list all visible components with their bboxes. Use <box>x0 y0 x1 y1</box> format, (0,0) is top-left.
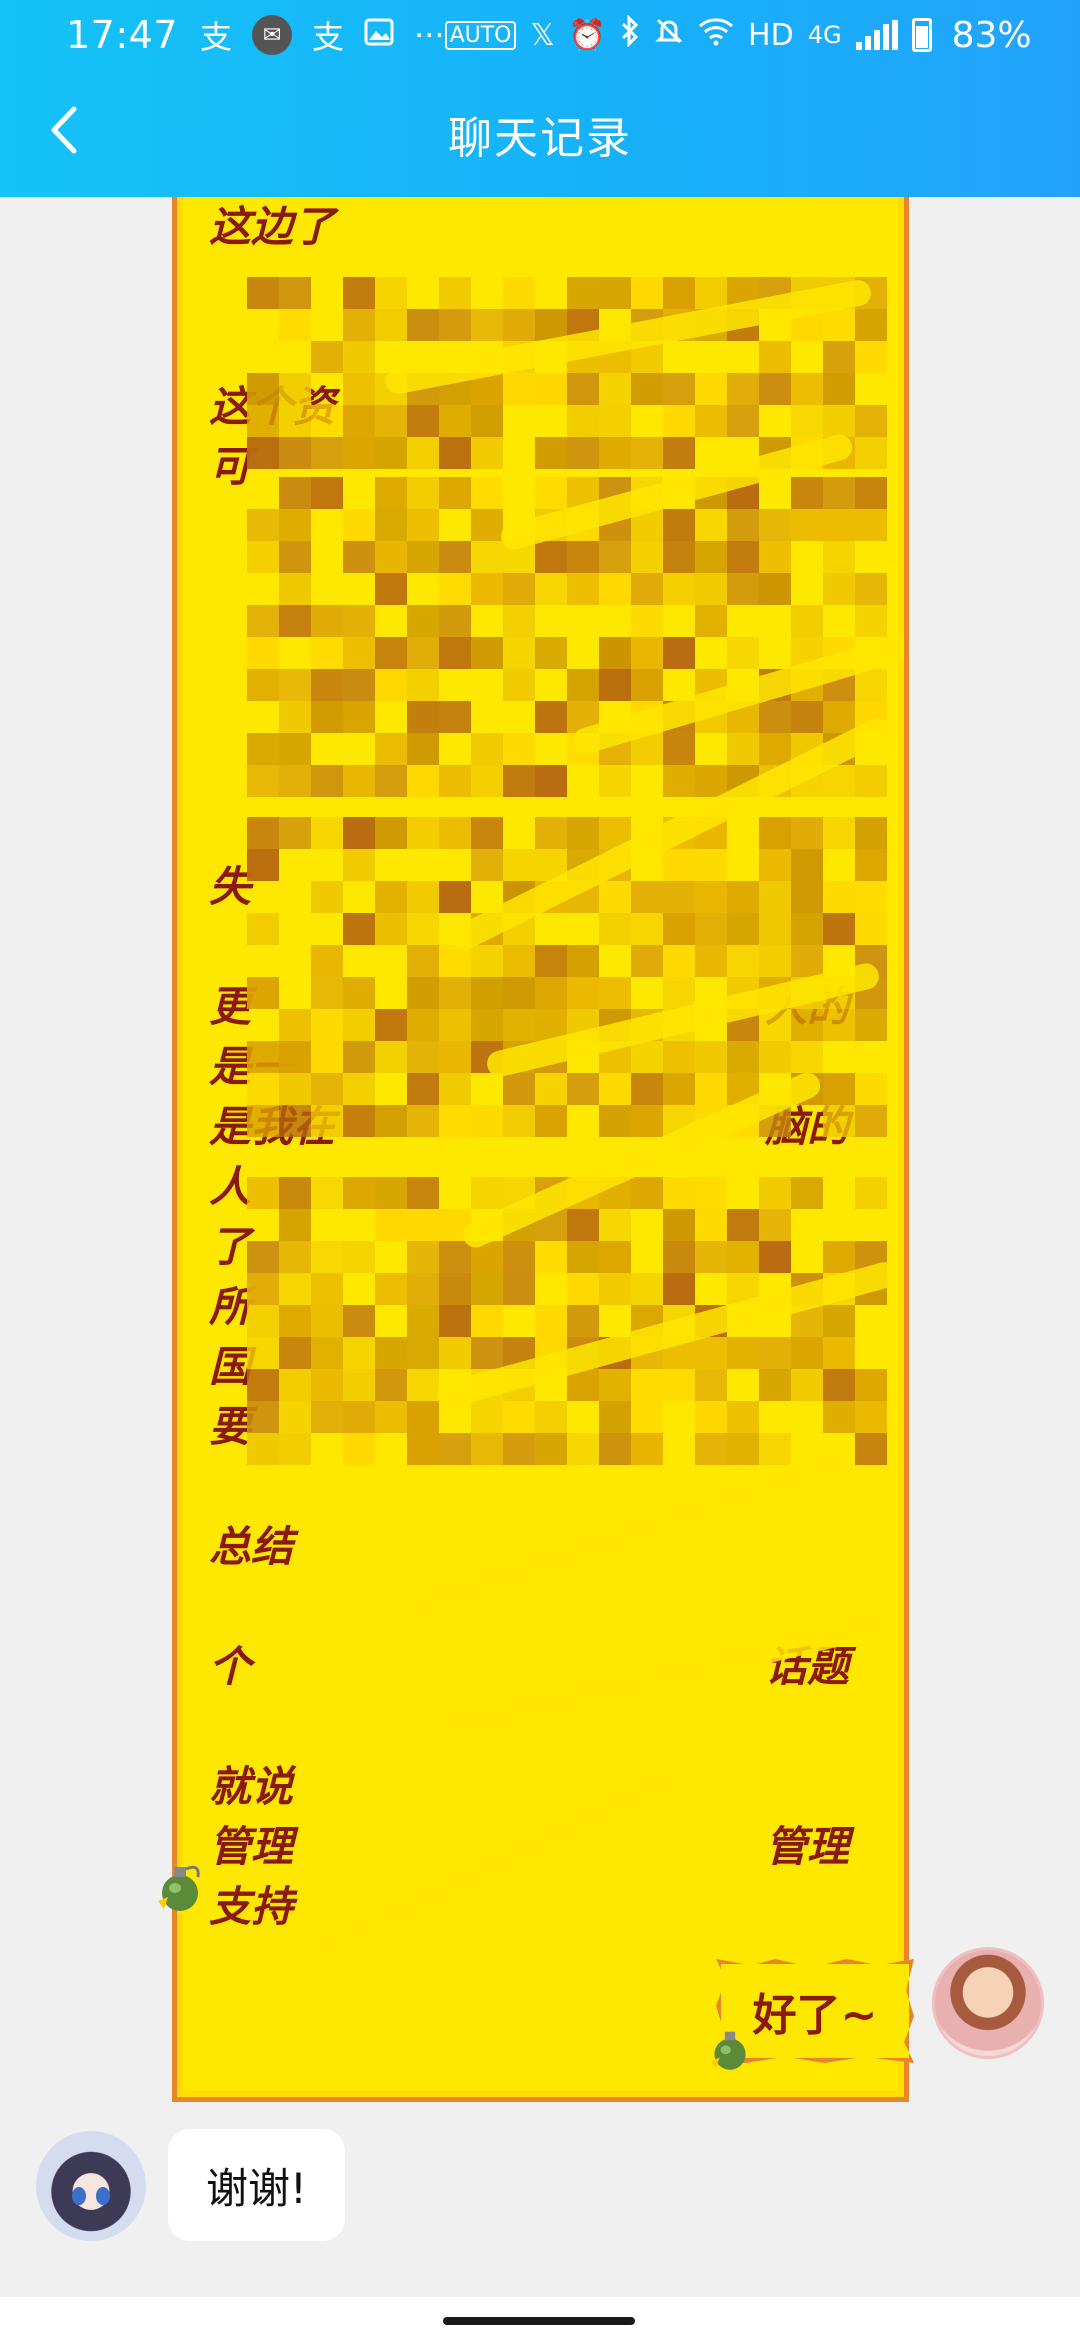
mail-icon: ✉ <box>252 15 293 55</box>
sticker-text-lines: 这边了这个资可失更人的是一是我在 脑的人了所国要总结个话题就说管理 管理支持 <box>209 197 889 1937</box>
gallery-icon <box>364 16 394 54</box>
sticker-line: 就说 <box>209 1762 294 1811</box>
sticker-line: 这个资 <box>209 382 336 431</box>
sticker-line: 了 <box>209 1222 252 1271</box>
my-avatar[interactable] <box>932 1947 1044 2059</box>
sticker-line <box>209 677 889 737</box>
sticker-line: 可 <box>209 442 252 491</box>
contact-avatar[interactable] <box>36 2131 146 2241</box>
my-message-row: 好了~ <box>0 1947 1080 2107</box>
sticker-line-fragment: 人的 <box>764 982 849 1031</box>
sticker-line <box>209 497 889 557</box>
home-gesture-handle[interactable] <box>443 2317 635 2325</box>
sticker-line: 是我在 脑的 <box>209 1097 889 1157</box>
sticker-line: 是一 <box>209 1042 294 1091</box>
sticker-line <box>209 1697 889 1757</box>
sticker-line: 失 <box>209 862 252 911</box>
sticker-line: 个话题 <box>209 1637 889 1697</box>
gesture-nav-bar <box>0 2297 1080 2340</box>
sticker-line-fragment: 脑的 <box>764 1102 849 1151</box>
signal-icon <box>855 20 898 50</box>
sticker-line <box>209 617 889 677</box>
battery-percent: 83% <box>951 14 1032 56</box>
sticker-text: 好了~ <box>752 1990 878 2041</box>
wifi-icon <box>698 16 734 54</box>
more-dots-icon: ··· <box>414 16 445 54</box>
sticker-line: 更人的 <box>209 977 889 1037</box>
status-time: 17:47 <box>66 13 179 57</box>
alarm-icon: ⏰ <box>568 17 607 53</box>
sticker-line: 支持 <box>209 1882 294 1931</box>
notification-icons: 支 ✉ 支 ··· <box>200 12 445 58</box>
other-message-row: 谢谢! <box>0 2129 1080 2269</box>
sticker-line: 所 <box>209 1282 252 1331</box>
chevron-left-icon <box>51 106 77 154</box>
grenade-icon <box>158 1865 200 1911</box>
sticker-line: 人 <box>209 1162 252 1211</box>
sticker-line <box>209 1577 889 1637</box>
message-text: 谢谢! <box>206 2163 307 2213</box>
sticker-line: 总结 <box>209 1522 294 1571</box>
sticker-line-fragment: 话题 <box>764 1642 849 1691</box>
auto-brightness-icon: AUTO <box>444 20 517 50</box>
system-icons: AUTO 𝕏 ⏰ HD 4G 83% <box>444 14 1032 56</box>
mute-icon <box>654 16 684 54</box>
app-header: 17:47 支 ✉ 支 ··· AUTO 𝕏 ⏰ HD 4G 83% 聊天记录 <box>0 0 1080 197</box>
bluetooth-icon <box>620 14 640 55</box>
x-icon: 𝕏 <box>530 17 555 53</box>
sticker-line <box>209 557 889 617</box>
chat-history[interactable]: 这边了这个资可失更人的是一是我在 脑的人了所国要总结个话题就说管理 管理支持 好了~… <box>0 197 1080 2297</box>
page-title: 聊天记录 <box>448 112 632 164</box>
alipay-icon: 支 <box>312 18 345 56</box>
sticker-line: 国 <box>209 1342 252 1391</box>
title-bar: 聊天记录 <box>0 70 1080 197</box>
battery-icon <box>911 18 932 52</box>
network-label: 4G <box>807 21 842 49</box>
hd-label: HD <box>748 17 794 53</box>
grenade-icon <box>710 2031 746 2070</box>
sticker-line: 要 <box>209 1402 252 1451</box>
sticker-line: 这边了 <box>209 202 336 251</box>
sticker-line <box>209 1457 889 1517</box>
back-button[interactable] <box>34 100 94 160</box>
sticker-line: 管理 管理 <box>209 1817 889 1877</box>
sticker-line <box>209 317 889 377</box>
sticker-image-message[interactable]: 这边了这个资可失更人的是一是我在 脑的人了所国要总结个话题就说管理 管理支持 <box>172 197 909 2102</box>
message-bubble[interactable]: 谢谢! <box>168 2129 345 2241</box>
status-bar: 17:47 支 ✉ 支 ··· AUTO 𝕏 ⏰ HD 4G 83% <box>0 0 1080 70</box>
sticker-line <box>209 257 889 317</box>
sticker-line <box>209 797 889 857</box>
sticker-line <box>209 737 889 797</box>
sticker-line <box>209 917 889 977</box>
sticker-line-fragment: 管理 <box>764 1822 849 1871</box>
alipay-icon: 支 <box>200 18 233 56</box>
